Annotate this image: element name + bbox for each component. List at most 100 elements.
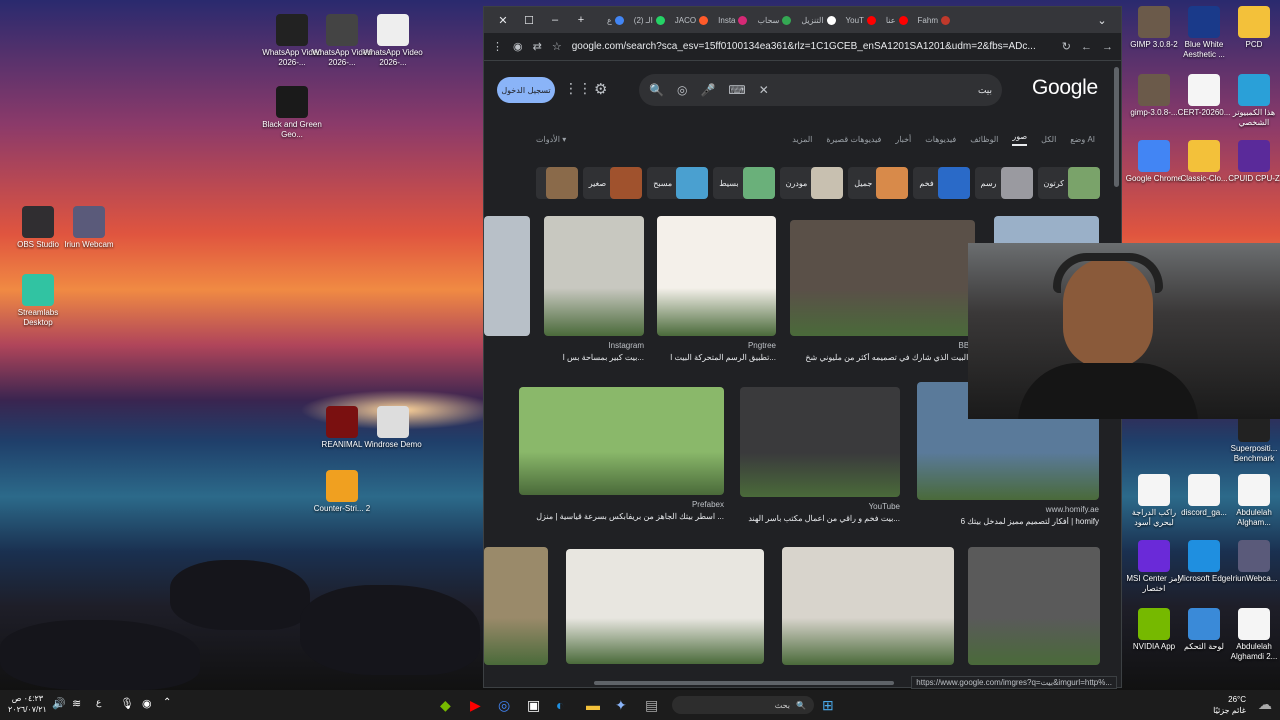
desktop-icon[interactable]: Black and Green Geo... (260, 86, 324, 140)
browser-tab[interactable]: سحاب (752, 15, 796, 25)
browser-tab[interactable]: JACO (670, 15, 713, 25)
result-source[interactable]: YouTube (740, 502, 900, 511)
result-title[interactable]: البيت الذي شارك في تصميمه أكثر من مليوني… (790, 353, 975, 362)
lens-icon[interactable]: ◎ (677, 83, 687, 97)
close-window-icon[interactable]: ✕ (490, 14, 516, 27)
keyboard-icon[interactable]: ⌨ (728, 83, 745, 97)
tray-chevron-icon[interactable]: ⌃ (163, 697, 171, 708)
language-icon[interactable]: ع (96, 697, 101, 708)
result-title[interactable]: 6 أفكار لتصميم مميز لمدخل بيتك | homify (917, 517, 1099, 526)
refinement-chip[interactable]: مودرن (779, 167, 844, 199)
browser-tab[interactable]: ع (602, 15, 629, 25)
minimize-icon[interactable]: – (542, 14, 568, 26)
weather-widget[interactable]: 26°C غائم جزئيًا (1213, 694, 1246, 716)
refinement-chip[interactable]: جميل (848, 167, 909, 199)
result-title[interactable]: بيت فخم و راقي من اعمال مكتب باسر الهند.… (740, 514, 900, 523)
refinement-chip[interactable]: فخم (913, 167, 970, 199)
new-tab-icon[interactable]: + (568, 14, 594, 26)
chrome-icon[interactable]: ◎ (498, 697, 510, 714)
browser-tab[interactable]: عنا (881, 15, 913, 25)
image-result[interactable] (968, 547, 1100, 665)
refinement-chip[interactable]: رسم (974, 167, 1033, 199)
result-source[interactable]: Pngtree (657, 341, 776, 350)
filter-tab[interactable]: الوظائف (970, 135, 998, 144)
signin-button[interactable]: تسجيل الدخول (497, 77, 555, 103)
app-icon[interactable]: ◆ (440, 697, 451, 714)
vertical-scrollbar[interactable] (1114, 67, 1119, 187)
desktop-icon[interactable]: Windrose Demo (361, 406, 425, 450)
browser-tab[interactable]: (2) الـ (629, 15, 670, 25)
store-icon[interactable]: ▣ (527, 697, 540, 714)
filter-tab[interactable]: أخبار (895, 135, 911, 144)
result-title[interactable]: تطبيق الرسم المتحركة البيت ا... (657, 353, 776, 362)
refinement-chip[interactable] (535, 167, 578, 199)
obs-tray-icon[interactable]: ◉ (142, 697, 152, 710)
image-result[interactable] (484, 216, 530, 336)
app-icon[interactable]: ▤ (645, 697, 658, 714)
horizontal-scrollbar[interactable] (594, 681, 894, 685)
desktop-icon[interactable]: Streamlabs Desktop (6, 274, 70, 328)
search-box[interactable]: 🔍 ◎ 🎤 ⌨ ✕ بيت (639, 74, 1002, 106)
search-icon[interactable]: 🔍 (649, 83, 664, 97)
image-result[interactable] (519, 387, 724, 495)
search-input[interactable]: بيت (978, 85, 992, 96)
cast-icon[interactable]: ⇄ (533, 40, 542, 53)
image-result[interactable] (782, 547, 954, 665)
filter-tab[interactable]: فيديوهات قصيرة (826, 135, 881, 144)
image-result[interactable] (544, 216, 644, 336)
image-result[interactable] (740, 387, 900, 497)
image-result[interactable] (790, 220, 975, 336)
desktop-icon[interactable]: Abdulelah Alghamdi 2... (1222, 608, 1280, 662)
browser-tab[interactable]: التنزيل (796, 15, 840, 25)
tools-button[interactable]: الأدوات ▾ (536, 135, 566, 144)
desktop-icon[interactable]: Iriun Webcam (57, 206, 121, 250)
result-title[interactable]: بيت كبير بمساحة بس ا... (544, 353, 644, 362)
result-source[interactable]: www.homify.ae (917, 505, 1099, 514)
clock[interactable]: ٠٤:٢٣ ص ٢٠٢٦/٠٧/٢١ (8, 693, 47, 715)
desktop-icon[interactable]: Counter-Stri... 2 (310, 470, 374, 514)
clear-icon[interactable]: ✕ (759, 83, 769, 97)
mic-icon[interactable]: 🎤 (700, 83, 715, 97)
mic-tray-icon[interactable]: 🎙 (120, 697, 134, 710)
browser-tab[interactable]: Fahm (913, 15, 955, 25)
bookmark-star-icon[interactable]: ☆ (552, 40, 562, 53)
desktop-icon[interactable]: IriunWebca... (1222, 540, 1280, 584)
image-result[interactable] (566, 549, 764, 664)
filter-tab[interactable]: الكل (1041, 135, 1056, 144)
refinement-chip[interactable]: كرتون (1037, 167, 1100, 199)
profile-icon[interactable]: ◉ (513, 40, 523, 53)
tab-search-icon[interactable]: ⌄ (1089, 14, 1115, 27)
refinement-chip[interactable]: صغير (582, 167, 643, 199)
image-result[interactable] (657, 216, 776, 336)
result-source[interactable]: Prefabex (519, 500, 724, 509)
desktop-icon[interactable]: CPUID CPU-Z (1222, 140, 1280, 184)
refinement-chip[interactable]: بسيط (713, 167, 775, 199)
forward-icon[interactable]: → (1102, 41, 1113, 53)
apps-grid-icon[interactable]: ⋮⋮ (564, 81, 592, 97)
filter-tab[interactable]: فيديوهات (925, 135, 956, 144)
refinement-chip[interactable]: مسبح (647, 167, 709, 199)
edge-icon[interactable]: ◐ (556, 697, 564, 713)
result-source[interactable]: Instagram (544, 341, 644, 350)
image-result[interactable] (484, 547, 548, 665)
result-title[interactable]: اسطر بيتك الجاهز من بريفابكس بسرعة قياسي… (519, 512, 724, 521)
browser-tab[interactable]: Insta (713, 15, 752, 25)
taskbar-search[interactable]: بحث 🔍 (672, 696, 814, 714)
speaker-icon[interactable]: 🔊 (52, 697, 66, 710)
result-source[interactable]: BBC (790, 341, 975, 350)
browser-tab[interactable]: YouT (841, 15, 881, 25)
youtube-icon[interactable]: ▶ (470, 697, 481, 714)
filter-tab[interactable]: المزيد (792, 135, 812, 144)
maximize-icon[interactable]: ☐ (516, 14, 542, 27)
filter-tab[interactable]: صور (1012, 132, 1028, 146)
gear-icon[interactable]: ⚙ (594, 80, 607, 98)
windows-start-icon[interactable]: ⊞ (822, 697, 834, 714)
google-logo[interactable]: Google (1032, 76, 1098, 100)
menu-icon[interactable]: ⋮ (492, 40, 503, 53)
app-icon[interactable]: ✦ (615, 697, 627, 714)
wifi-icon[interactable]: ≋ (72, 697, 81, 710)
desktop-icon[interactable]: Abdulelah Algham... (1222, 474, 1280, 528)
url-field[interactable]: google.com/search?sca_esv=15ff0100134ea3… (572, 41, 1052, 52)
explorer-icon[interactable]: ▬ (586, 697, 600, 713)
reload-icon[interactable]: ↻ (1062, 40, 1071, 53)
